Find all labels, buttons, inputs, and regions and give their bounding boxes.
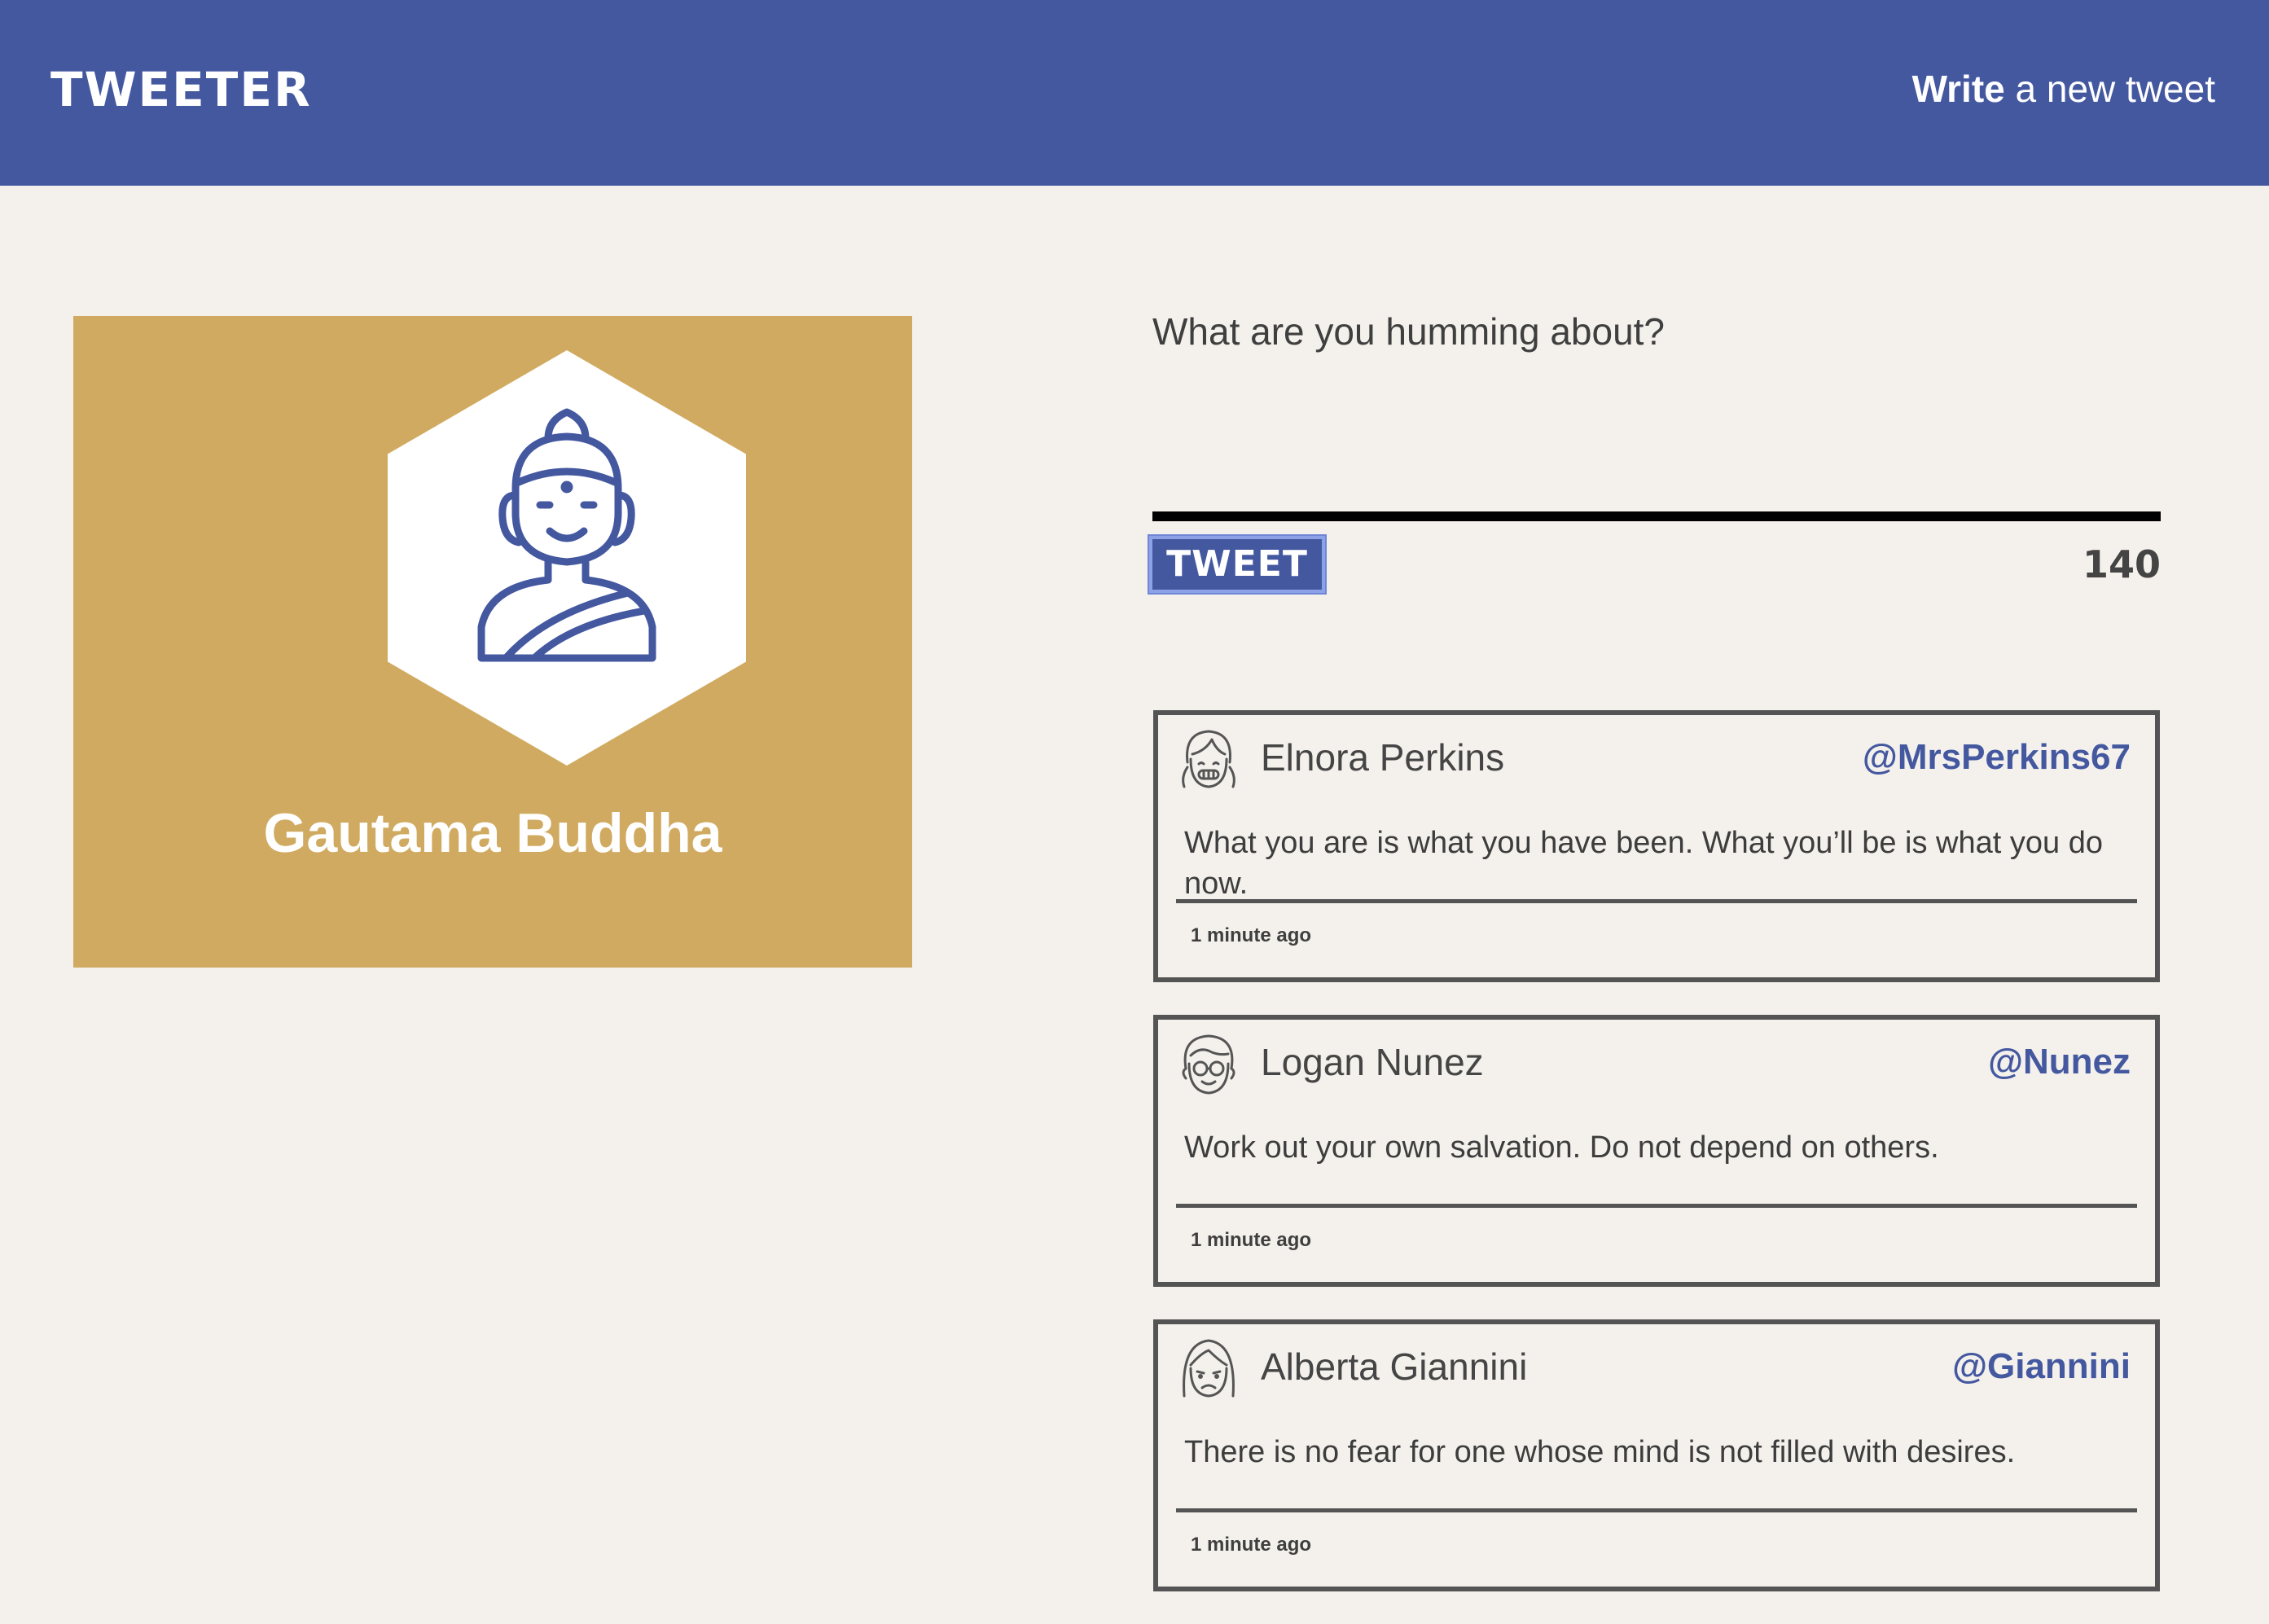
tweet-text: What you are is what you have been. What…	[1184, 826, 2103, 901]
compose-link-text: a new tweet	[2015, 68, 2215, 110]
brand-logo[interactable]: TWEETER	[50, 57, 312, 122]
woman-avatar-icon	[1183, 1339, 1235, 1398]
tweet-composer: TWEET 140	[1149, 309, 2161, 606]
tweet-author-name: Alberta Giannini	[1261, 1345, 1528, 1388]
profile-card: Gautama Buddha	[73, 316, 912, 968]
tweet-author-handle[interactable]: @MrsPerkins67	[1863, 735, 2131, 780]
tweet-card: Alberta Giannini @Giannini There is no f…	[1153, 1319, 2160, 1591]
tweet-header: Alberta Giannini @Giannini	[1176, 1332, 2131, 1406]
tweet-divider	[1176, 1204, 2137, 1208]
composer-actions: TWEET 140	[1149, 536, 2161, 606]
character-counter: 140	[2082, 542, 2161, 586]
tweet-card: Elnora Perkins @MrsPerkins67 What you ar…	[1153, 710, 2160, 982]
tweet-author-handle[interactable]: @Giannini	[1952, 1344, 2131, 1389]
profile-avatar-hexagon	[388, 350, 746, 766]
profile-name: Gautama Buddha	[263, 802, 722, 864]
tweet-divider	[1176, 899, 2137, 903]
tweet-text: There is no fear for one whose mind is n…	[1184, 1435, 2016, 1469]
tweet-text-input[interactable]	[1152, 309, 2161, 521]
tweet-submit-button[interactable]: TWEET	[1149, 536, 1325, 593]
tweet-author-handle[interactable]: @Nunez	[1988, 1039, 2131, 1085]
tweets-feed: Elnora Perkins @MrsPerkins67 What you ar…	[1153, 710, 2160, 1624]
tweet-timestamp: 1 minute ago	[1191, 924, 1312, 946]
boy-glasses-avatar-icon	[1182, 1034, 1235, 1095]
tweet-author-name: Logan Nunez	[1261, 1041, 1484, 1083]
tweet-header: Elnora Perkins @MrsPerkins67	[1176, 723, 2131, 797]
tweet-timestamp: 1 minute ago	[1191, 1229, 1312, 1251]
tweet-card: Logan Nunez @Nunez Work out your own sal…	[1153, 1015, 2160, 1287]
tweet-text: Work out your own salvation. Do not depe…	[1184, 1130, 1939, 1165]
tweet-header: Logan Nunez @Nunez	[1176, 1028, 2131, 1101]
top-nav: TWEETER Write a new tweet	[0, 0, 2269, 186]
compose-link-bold: Write	[1911, 68, 2005, 110]
write-new-tweet-link[interactable]: Write a new tweet	[1912, 59, 2215, 119]
girl-avatar-icon	[1182, 730, 1235, 788]
tweet-author-name: Elnora Perkins	[1261, 736, 1505, 779]
buddha-icon	[477, 408, 656, 662]
tweet-divider	[1176, 1508, 2137, 1512]
tweet-timestamp: 1 minute ago	[1191, 1534, 1312, 1556]
